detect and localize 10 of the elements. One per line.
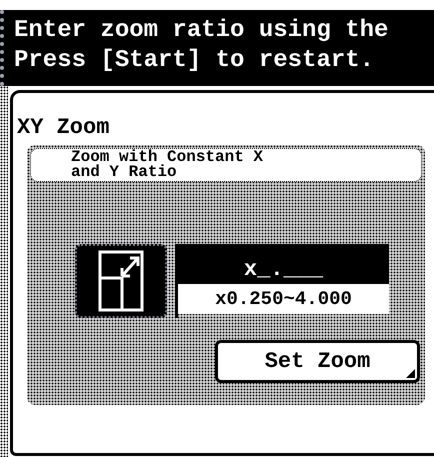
corner-triangle-icon [406,369,415,378]
set-zoom-button[interactable]: Set Zoom [215,340,420,383]
resize-frame-icon [98,250,144,312]
zoom-ratio-input[interactable]: x_.___ [178,244,389,284]
message-text: Press [Start] to restart. [14,46,376,76]
mode-description: Zoom with Constant X and Y Ratio [30,148,422,182]
ratio-range: x0.250~4.000 [178,284,389,314]
panel-title: XY Zoom [17,115,110,141]
message-text: Enter zoom ratio using the [14,16,390,46]
xy-zoom-icon-button[interactable] [75,244,167,318]
